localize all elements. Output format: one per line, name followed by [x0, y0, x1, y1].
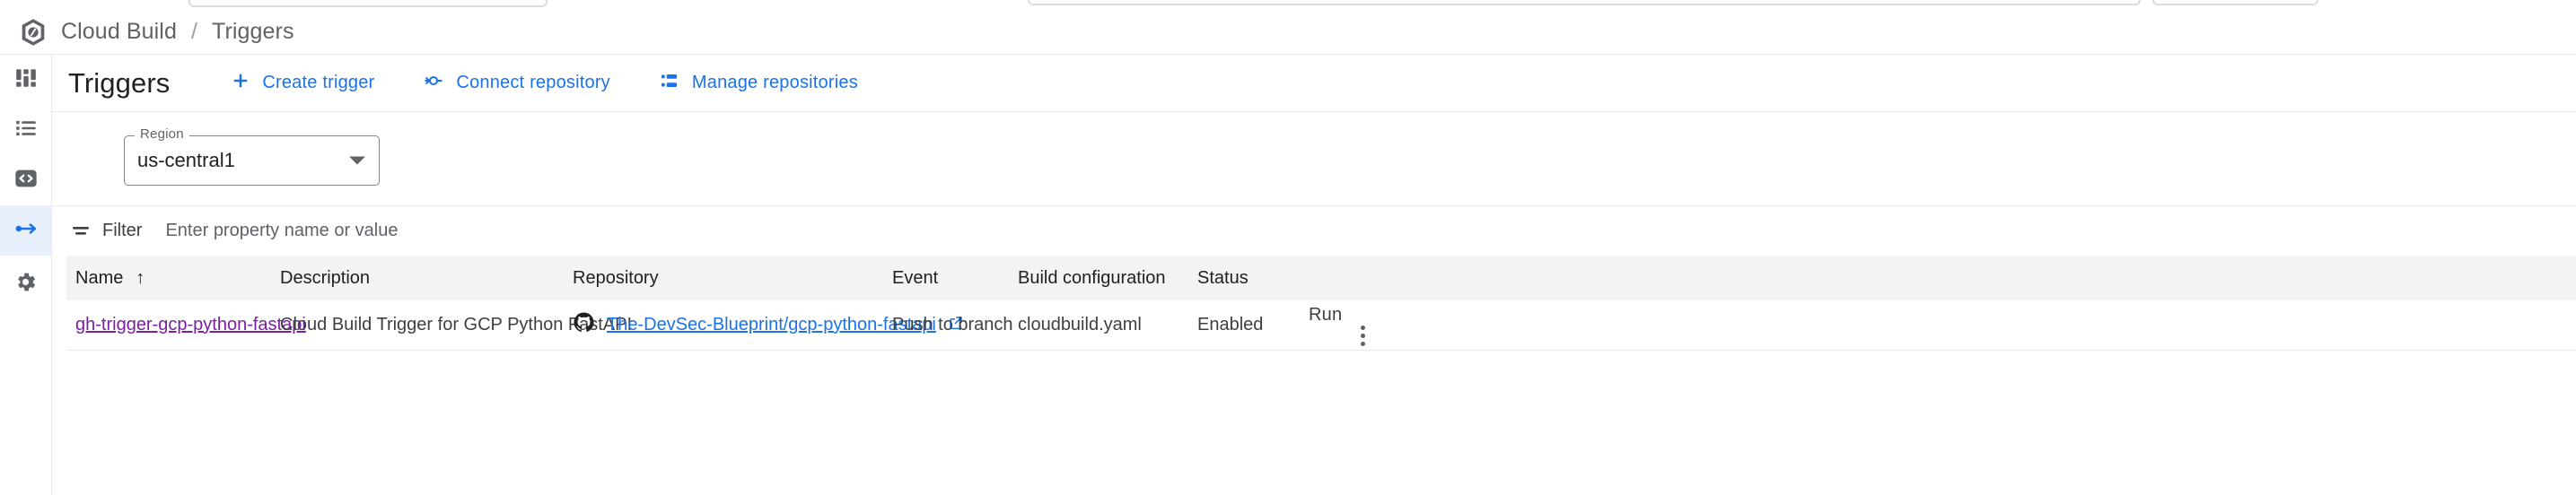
region-select[interactable]: Region us-central1 — [124, 126, 380, 186]
column-header-name[interactable]: Name ↑ — [66, 268, 280, 289]
create-trigger-button[interactable]: Create trigger — [231, 71, 374, 96]
dropdown-triangle-icon[interactable] — [349, 156, 365, 165]
toolbar-divider — [52, 111, 2576, 112]
left-icon-rail — [0, 55, 52, 495]
triggers-table: Name ↑ Description Repository Event Buil… — [66, 256, 2576, 351]
region-value: us-central1 — [137, 149, 235, 171]
column-header-status[interactable]: Status — [1197, 268, 1309, 289]
column-header-status-label: Status — [1197, 267, 1249, 288]
run-button[interactable]: Run — [1309, 305, 1342, 325]
cell-repository: The-DevSec-Blueprint/gcp-python-fastapi — [573, 311, 962, 339]
breadcrumb-product[interactable]: Cloud Build — [61, 19, 177, 45]
table-row[interactable]: gh-trigger-gcp-python-fastapi Cloud Buil… — [66, 300, 2576, 351]
column-header-description[interactable]: Description — [280, 268, 573, 289]
cell-name: gh-trigger-gcp-python-fastapi — [66, 315, 306, 335]
cell-actions: Run — [1309, 305, 1380, 346]
trigger-build-configuration: cloudbuild.yaml — [1018, 315, 1142, 334]
cloud-build-cube-icon — [20, 18, 47, 47]
browser-chrome-strip — [0, 0, 2576, 10]
breadcrumb-header: Cloud Build / Triggers — [0, 10, 2576, 55]
cell-event: Push to branch — [892, 315, 1018, 335]
page-toolbar: Triggers Create trigger Connect reposito… — [52, 55, 2576, 111]
filter-input[interactable] — [165, 221, 974, 241]
manage-repositories-button[interactable]: Manage repositories — [659, 71, 858, 96]
toolbar-actions: Create trigger Connect repository Manage… — [231, 71, 858, 96]
manage-repositories-icon — [659, 71, 680, 96]
trigger-name-link[interactable]: gh-trigger-gcp-python-fastapi — [75, 315, 306, 334]
sidebar-item-settings[interactable] — [0, 259, 51, 309]
list-history-icon — [14, 117, 38, 144]
cell-status: Enabled — [1197, 315, 1309, 335]
cell-description: Cloud Build Trigger for GCP Python FastA… — [280, 315, 632, 335]
region-select-wrapper: Region us-central1 — [124, 126, 380, 186]
connect-repository-button[interactable]: Connect repository — [423, 71, 610, 96]
chrome-field-center — [1028, 0, 2141, 5]
plus-icon — [231, 71, 250, 96]
main-content: Triggers Create trigger Connect reposito… — [52, 55, 2576, 495]
github-icon — [573, 311, 595, 339]
sidebar-item-dashboard[interactable] — [0, 55, 51, 105]
column-header-event-label: Event — [892, 267, 939, 288]
sort-ascending-icon: ↑ — [136, 267, 145, 288]
code-brackets-icon — [13, 166, 39, 195]
chrome-field-right — [2152, 0, 2318, 5]
region-label: Region — [135, 126, 189, 142]
sidebar-item-code[interactable] — [0, 155, 51, 205]
trigger-arrow-icon — [13, 216, 39, 246]
gear-icon — [13, 270, 38, 299]
column-header-event[interactable]: Event — [892, 268, 1018, 289]
chrome-field-left — [188, 0, 548, 7]
filter-bar: Filter — [52, 205, 2576, 256]
manage-repositories-label: Manage repositories — [691, 73, 858, 92]
filter-icon[interactable] — [70, 221, 92, 242]
repository-link[interactable]: The-DevSec-Blueprint/gcp-python-fastapi — [607, 315, 936, 335]
kebab-menu-icon[interactable] — [1345, 325, 1380, 346]
breadcrumb-page: Triggers — [212, 19, 294, 44]
connect-plug-icon — [423, 71, 444, 96]
column-header-repository-label: Repository — [573, 267, 659, 288]
column-header-repository[interactable]: Repository — [573, 268, 892, 289]
column-header-build-configuration-label: Build configuration — [1018, 267, 1166, 288]
sidebar-item-triggers[interactable] — [0, 205, 51, 256]
breadcrumb: Cloud Build / Triggers — [61, 19, 294, 45]
table-header-row: Name ↑ Description Repository Event Buil… — [66, 256, 2576, 300]
cell-build-configuration: cloudbuild.yaml — [1018, 315, 1197, 335]
create-trigger-label: Create trigger — [262, 73, 375, 92]
page-title: Triggers — [68, 66, 171, 99]
trigger-event: Push to branch — [892, 315, 1013, 334]
status-badge: Enabled — [1197, 315, 1264, 334]
breadcrumb-separator: / — [190, 19, 198, 44]
column-header-description-label: Description — [280, 267, 371, 288]
sidebar-item-history[interactable] — [0, 105, 51, 155]
column-header-build-configuration[interactable]: Build configuration — [1018, 268, 1197, 289]
filter-label: Filter — [102, 221, 143, 240]
column-header-name-label: Name — [75, 267, 124, 288]
dashboard-icon — [14, 66, 38, 94]
connect-repository-label: Connect repository — [456, 73, 610, 92]
